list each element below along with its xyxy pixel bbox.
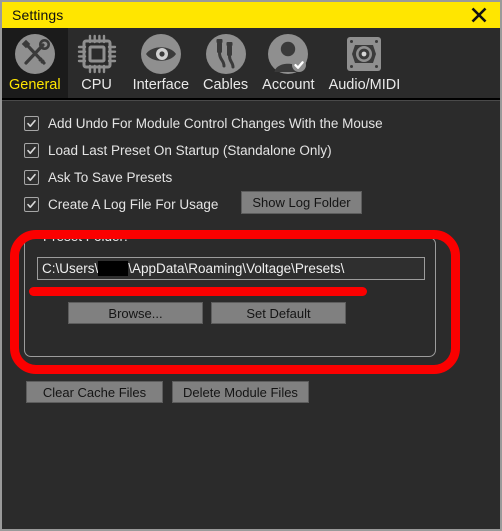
preset-path-suffix: \AppData\Roaming\Voltage\Presets\ [128, 261, 345, 276]
tab-interface-label: Interface [132, 77, 190, 93]
tab-account[interactable]: Account [255, 28, 321, 98]
settings-tabstrip: General CPU Interface Cables Account Aud… [2, 28, 500, 98]
checkbox-create-log-file[interactable] [24, 196, 39, 212]
show-log-folder-button[interactable]: Show Log Folder [241, 191, 362, 214]
tab-audio-midi[interactable]: Audio/MIDI [322, 28, 408, 98]
preset-folder-path-input[interactable]: C:\Users\ \AppData\Roaming\Voltage\Prese… [37, 257, 425, 280]
tab-cables-label: Cables [203, 77, 249, 93]
user-check-icon [266, 32, 310, 76]
checkbox-label-load-last-preset: Load Last Preset On Startup (Standalone … [48, 142, 332, 158]
preset-folder-groupbox: Preset Folder: C:\Users\ \AppData\Roamin… [24, 229, 436, 357]
tab-account-label: Account [262, 77, 315, 93]
window-title: Settings [12, 7, 64, 23]
tab-general[interactable]: General [2, 28, 68, 98]
browse-button[interactable]: Browse... [68, 302, 203, 324]
general-settings-panel: Add Undo For Module Control Changes With… [2, 101, 500, 529]
settings-window: Settings General CPU Interface Cables Ac… [0, 0, 502, 531]
audio-cables-icon [204, 32, 248, 76]
checkbox-row-create-log-file[interactable]: Create A Log File For Usage [24, 194, 218, 214]
checkbox-label-add-undo: Add Undo For Module Control Changes With… [48, 115, 383, 131]
checkbox-label-create-log-file: Create A Log File For Usage [48, 196, 219, 212]
checkbox-row-ask-to-save[interactable]: Ask To Save Presets [24, 167, 172, 187]
preset-path-prefix: C:\Users\ [42, 261, 99, 276]
redaction-block [98, 261, 129, 276]
tab-general-label: General [9, 77, 61, 93]
delete-module-files-button[interactable]: Delete Module Files [172, 381, 309, 403]
preset-folder-group-label: Preset Folder: [37, 229, 134, 244]
window-titlebar: Settings [2, 2, 500, 28]
cpu-chip-icon [75, 32, 119, 76]
checkbox-add-undo[interactable] [24, 115, 39, 131]
set-default-button[interactable]: Set Default [211, 302, 346, 324]
tab-cables[interactable]: Cables [196, 28, 255, 98]
clear-cache-files-button[interactable]: Clear Cache Files [26, 381, 163, 403]
tab-interface[interactable]: Interface [126, 28, 196, 98]
wrench-screwdriver-icon [13, 32, 57, 76]
eye-icon [139, 32, 183, 76]
speaker-icon [342, 32, 386, 76]
tab-cpu[interactable]: CPU [68, 28, 126, 98]
checkbox-ask-to-save[interactable] [24, 169, 39, 185]
checkbox-row-load-last-preset[interactable]: Load Last Preset On Startup (Standalone … [24, 140, 332, 160]
checkbox-label-ask-to-save: Ask To Save Presets [48, 169, 173, 185]
checkbox-load-last-preset[interactable] [24, 142, 39, 158]
tab-cpu-label: CPU [81, 77, 112, 93]
tab-audio-midi-label: Audio/MIDI [328, 77, 401, 93]
checkbox-row-add-undo[interactable]: Add Undo For Module Control Changes With… [24, 113, 383, 133]
close-icon[interactable] [466, 2, 492, 28]
